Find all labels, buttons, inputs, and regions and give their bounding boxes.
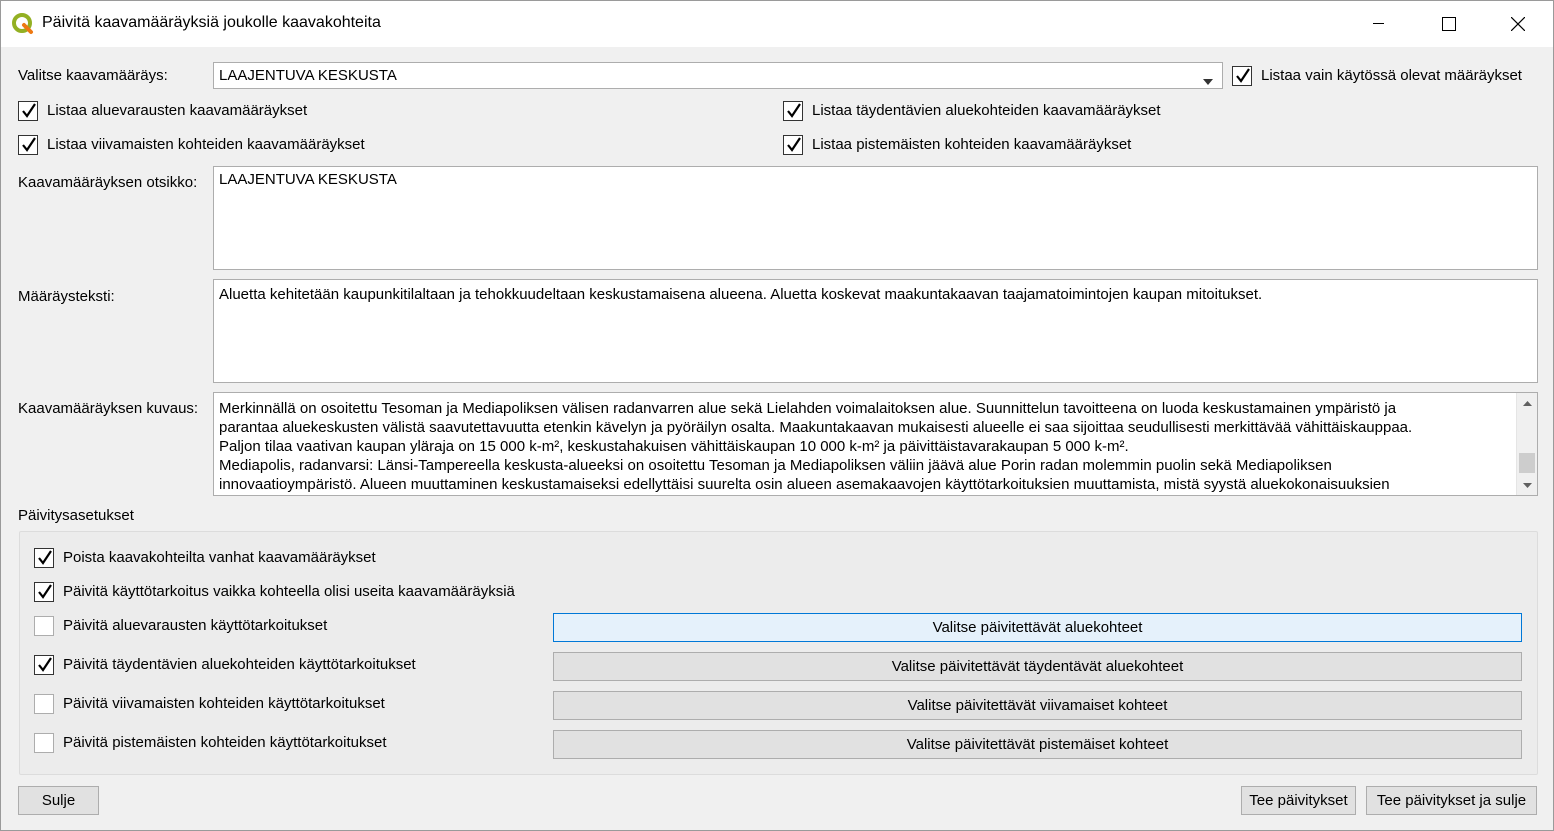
point-features-label: Listaa pistemäisten kohteiden kaavamäärä… — [812, 136, 1132, 153]
select-line-features-button[interactable]: Valitse päivitettävät viivamaiset kohtee… — [553, 691, 1522, 720]
description-scrollbar[interactable] — [1516, 393, 1537, 495]
scroll-thumb[interactable] — [1519, 453, 1535, 473]
update-points-checkbox[interactable] — [34, 733, 54, 753]
only-in-use-label: Listaa vain käytössä olevat määräykset — [1261, 67, 1522, 84]
description-label: Kaavamääräyksen kuvaus: — [18, 400, 199, 417]
update-usage-multi-label: Päivitä käyttötarkoitus vaikka kohteella… — [63, 583, 515, 600]
line-features-label: Listaa viivamaisten kohteiden kaavamäärä… — [47, 136, 365, 153]
select-point-features-button[interactable]: Valitse päivitettävät pistemäiset kohtee… — [553, 730, 1522, 759]
area-reservations-checkbox[interactable] — [18, 101, 38, 121]
update-points-label: Päivitä pistemäisten kohteiden käyttötar… — [63, 734, 387, 751]
update-lines-checkbox[interactable] — [34, 694, 54, 714]
description-field[interactable]: Merkinnällä on osoitettu Tesoman ja Medi… — [213, 392, 1538, 496]
select-area-features-button[interactable]: Valitse päivitettävät aluekohteet — [553, 613, 1522, 642]
title-field-value: LAAJENTUVA KESKUSTA — [219, 171, 397, 188]
title-bar: Päivitä kaavamääräyksiä joukolle kaavako… — [1, 1, 1553, 47]
close-button[interactable]: Sulje — [18, 786, 99, 815]
update-area-reservations-checkbox[interactable] — [34, 616, 54, 636]
area-reservations-label: Listaa aluevarausten kaavamääräykset — [47, 102, 308, 119]
description-line: parantaa aluekeskusten välistä saavutett… — [219, 419, 1413, 436]
point-features-checkbox[interactable] — [783, 135, 803, 155]
supplementary-areas-label: Listaa täydentävien aluekohteiden kaavam… — [812, 102, 1161, 119]
regulation-select-value: LAAJENTUVA KESKUSTA — [219, 67, 397, 84]
regulation-text-field[interactable]: Aluetta kehitetään kaupunkitilaltaan ja … — [213, 279, 1538, 383]
description-line: Paljon tilaa vaativan kaupan yläraja on … — [219, 438, 1129, 455]
description-line: Merkinnällä on osoitettu Tesoman ja Medi… — [219, 400, 1397, 417]
title-field-label: Kaavamääräyksen otsikko: — [18, 174, 198, 191]
update-area-reservations-label: Päivitä aluevarausten käyttötarkoitukset — [63, 617, 328, 634]
window-title: Päivitä kaavamääräyksiä joukolle kaavako… — [42, 14, 381, 31]
apply-button[interactable]: Tee päivitykset — [1241, 786, 1356, 815]
supplementary-areas-checkbox[interactable] — [783, 101, 803, 121]
maximize-button[interactable] — [1414, 1, 1484, 47]
line-features-checkbox[interactable] — [18, 135, 38, 155]
remove-old-checkbox[interactable] — [34, 548, 54, 568]
update-supplementary-label: Päivitä täydentävien aluekohteiden käytt… — [63, 656, 416, 673]
chevron-down-icon — [1203, 72, 1213, 89]
update-supplementary-checkbox[interactable] — [34, 655, 54, 675]
dialog-window: Päivitä kaavamääräyksiä joukolle kaavako… — [0, 0, 1554, 831]
apply-and-close-button[interactable]: Tee päivitykset ja sulje — [1366, 786, 1537, 815]
qgis-logo-icon — [12, 13, 34, 35]
regulation-text-value: Aluetta kehitetään kaupunkitilaltaan ja … — [219, 286, 1263, 303]
scroll-down-icon[interactable] — [1517, 475, 1537, 495]
description-line: innovaatioympäristö. Alueen muuttaminen … — [219, 476, 1390, 493]
scroll-up-icon[interactable] — [1517, 393, 1537, 413]
regulation-select[interactable]: LAAJENTUVA KESKUSTA — [213, 62, 1223, 89]
close-window-button[interactable] — [1483, 1, 1553, 47]
regulation-select-label: Valitse kaavamääräys: — [18, 67, 168, 84]
remove-old-label: Poista kaavakohteilta vanhat kaavamääräy… — [63, 549, 376, 566]
update-usage-multi-checkbox[interactable] — [34, 582, 54, 602]
title-field[interactable]: LAAJENTUVA KESKUSTA — [213, 166, 1538, 270]
only-in-use-checkbox[interactable] — [1232, 66, 1252, 86]
update-settings-heading: Päivitysasetukset — [18, 507, 134, 524]
update-lines-label: Päivitä viivamaisten kohteiden käyttötar… — [63, 695, 385, 712]
description-line: Mediapolis, radanvarsi: Länsi-Tampereell… — [219, 457, 1332, 474]
minimize-button[interactable] — [1344, 1, 1414, 47]
select-supplementary-features-button[interactable]: Valitse päivitettävät täydentävät alueko… — [553, 652, 1522, 681]
regulation-text-label: Määräysteksti: — [18, 288, 115, 305]
